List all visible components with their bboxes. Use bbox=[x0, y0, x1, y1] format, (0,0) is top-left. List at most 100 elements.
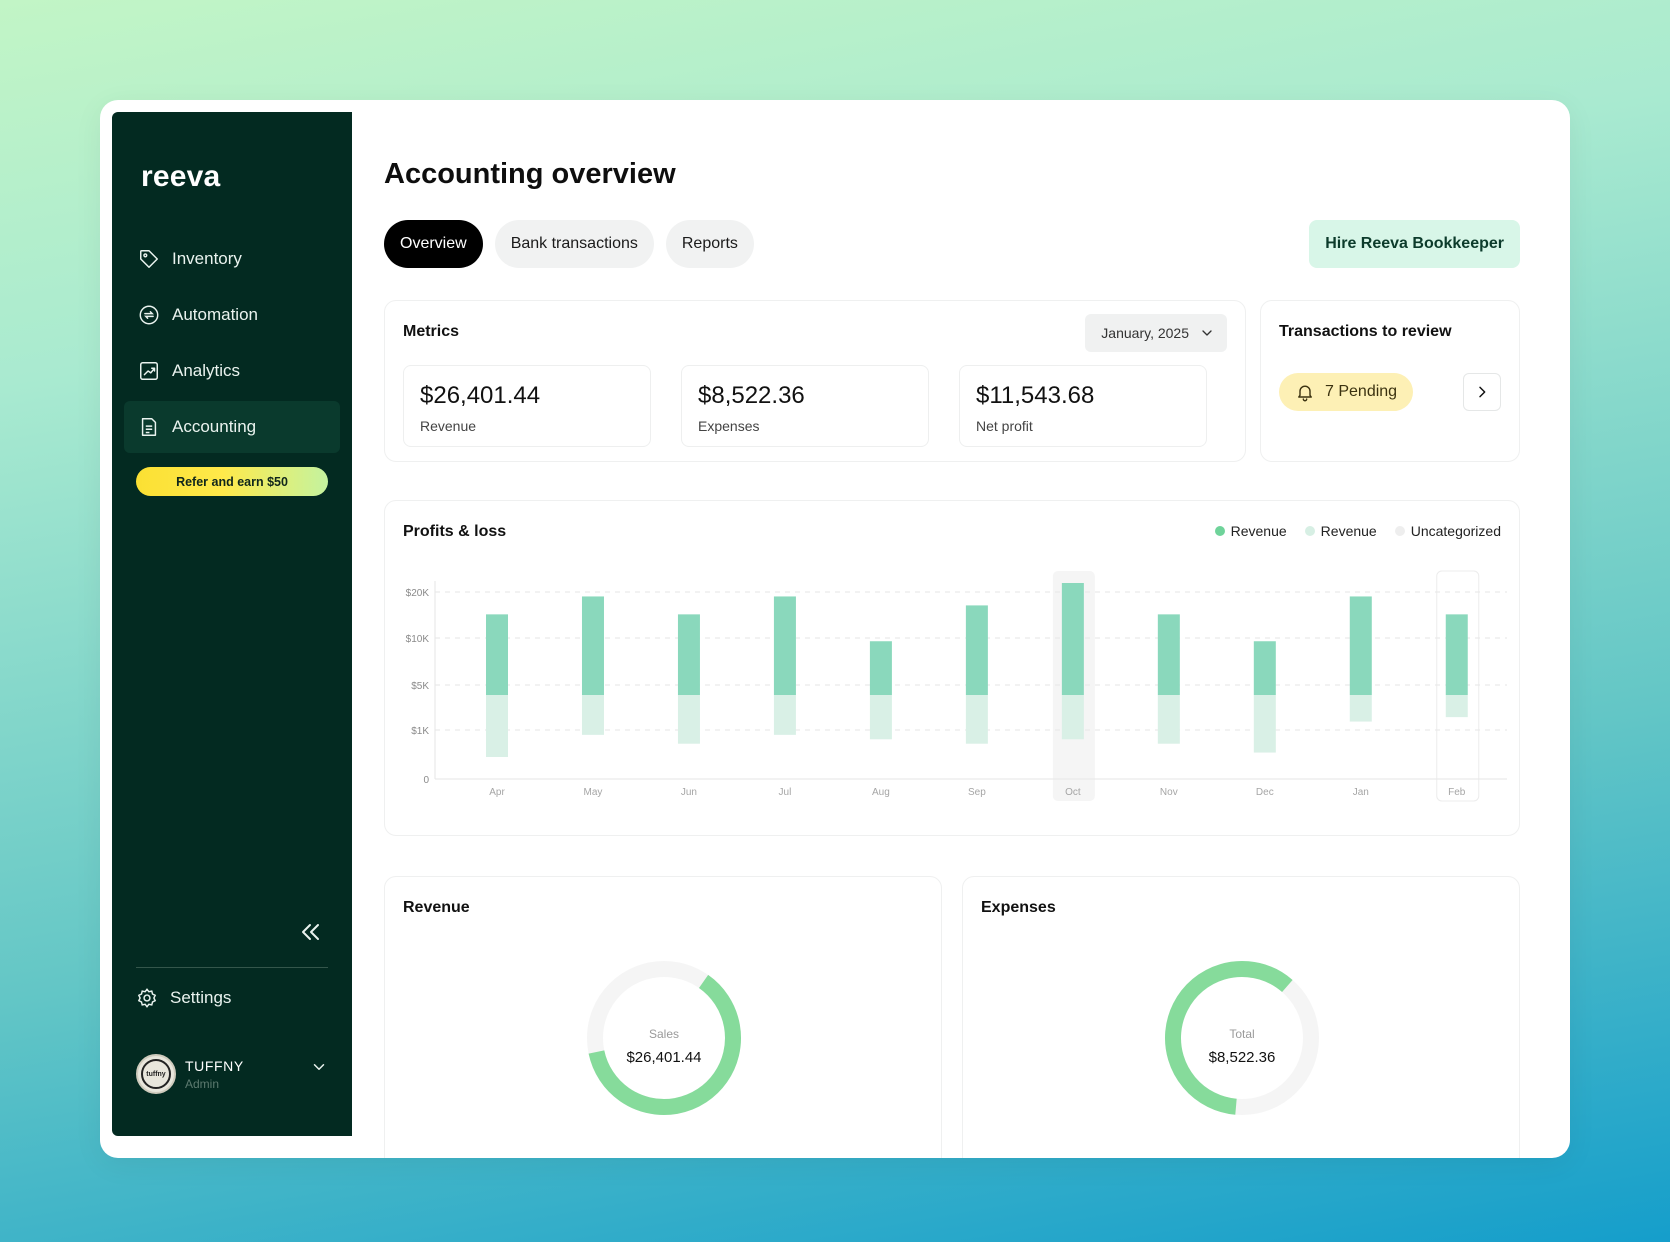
sidebar-item-inventory[interactable]: Inventory bbox=[124, 233, 340, 285]
legend-item: Uncategorized bbox=[1394, 523, 1501, 539]
bar-revenue-secondary bbox=[486, 695, 508, 757]
donut-label: Sales bbox=[648, 1027, 680, 1041]
logo: reeva bbox=[141, 160, 221, 193]
sidebar-item-label: Accounting bbox=[172, 417, 257, 436]
legend-item: Revenue bbox=[1304, 523, 1377, 539]
review-next-button[interactable] bbox=[1463, 373, 1501, 411]
metric-label: Net profit bbox=[976, 418, 1033, 434]
profits-loss-title: Profits & loss bbox=[403, 523, 507, 540]
legend-item: Revenue bbox=[1214, 523, 1287, 539]
legend-dot bbox=[1304, 526, 1315, 536]
donut-label: Total bbox=[1229, 1027, 1255, 1041]
bar-revenue-secondary bbox=[869, 695, 892, 740]
bar-revenue-secondary bbox=[1349, 695, 1372, 722]
donut-value: $8,522.36 bbox=[1208, 1049, 1276, 1066]
user-role: Admin bbox=[185, 1076, 220, 1091]
analytics-icon bbox=[140, 362, 158, 380]
page-title: Accounting overview bbox=[384, 158, 676, 190]
x-tick-label: Sep bbox=[968, 787, 986, 798]
donut-value: $26,401.44 bbox=[626, 1049, 702, 1066]
chevron-down-icon[interactable] bbox=[310, 1058, 328, 1076]
revenue-card: Revenue Sales $26,401.44 bbox=[384, 876, 942, 1158]
bar-revenue bbox=[869, 641, 892, 695]
collapse-sidebar-icon[interactable] bbox=[298, 920, 322, 944]
x-tick-label: Feb bbox=[1448, 787, 1466, 798]
tag-icon bbox=[140, 250, 158, 268]
tab-overview[interactable]: Overview bbox=[384, 220, 483, 268]
bar-revenue-secondary bbox=[1061, 695, 1084, 740]
y-tick-label: $5K bbox=[411, 681, 429, 692]
expenses-card: Expenses Total $8,522.36 bbox=[962, 876, 1520, 1158]
y-tick-label: 0 bbox=[423, 775, 429, 786]
legend-label: Uncategorized bbox=[1410, 523, 1501, 539]
bar-revenue bbox=[1157, 614, 1180, 695]
legend-label: Revenue bbox=[1320, 523, 1377, 539]
pending-badge[interactable]: 7 Pending bbox=[1279, 373, 1414, 411]
revenue-title: Revenue bbox=[403, 899, 470, 916]
bar-revenue-secondary bbox=[965, 695, 988, 744]
bar-revenue bbox=[965, 605, 988, 695]
sidebar-item-label: Inventory bbox=[172, 249, 242, 268]
settings-label: Settings bbox=[170, 988, 232, 1007]
app-window: reeva Inventory Automation Analytics Acc… bbox=[100, 100, 1570, 1158]
document-icon bbox=[141, 418, 157, 436]
hire-bookkeeper-button[interactable]: Hire Reeva Bookkeeper bbox=[1309, 220, 1520, 268]
x-tick-label: May bbox=[584, 787, 603, 798]
sidebar: reeva Inventory Automation Analytics Acc… bbox=[112, 112, 352, 1136]
bar-revenue-secondary bbox=[773, 695, 796, 735]
avatar: tuffny bbox=[136, 1054, 176, 1094]
transactions-title: Transactions to review bbox=[1279, 323, 1452, 340]
bar-revenue-secondary bbox=[581, 695, 604, 735]
tab-reports[interactable]: Reports bbox=[665, 220, 754, 268]
user-menu[interactable]: tuffny TUFFNY Admin bbox=[136, 1052, 328, 1096]
bar-revenue bbox=[1445, 614, 1468, 695]
bar-revenue-secondary bbox=[1253, 695, 1276, 753]
date-select[interactable]: January, 2025 bbox=[1085, 314, 1227, 352]
metric-expenses: $8,522.36 Expenses bbox=[681, 365, 929, 447]
bar-revenue bbox=[486, 614, 508, 695]
x-tick-label: Apr bbox=[489, 787, 505, 798]
legend-dot bbox=[1214, 526, 1225, 536]
date-select-value: January, 2025 bbox=[1101, 325, 1189, 341]
legend-dot bbox=[1394, 526, 1405, 536]
chevron-down-icon bbox=[1202, 330, 1212, 336]
metric-label: Revenue bbox=[420, 418, 477, 434]
sidebar-divider bbox=[136, 967, 328, 968]
sidebar-item-accounting[interactable]: Accounting bbox=[124, 401, 340, 453]
gear-icon bbox=[137, 988, 157, 1008]
x-tick-label: Jul bbox=[779, 787, 792, 798]
bar-revenue bbox=[677, 614, 700, 695]
settings-link[interactable]: Settings bbox=[136, 987, 231, 1009]
chevron-right-icon bbox=[1479, 386, 1486, 398]
legend-label: Revenue bbox=[1230, 523, 1287, 539]
refer-button[interactable]: Refer and earn $50 bbox=[136, 467, 328, 496]
chart-legend: Revenue Revenue Uncategorized bbox=[1197, 523, 1501, 539]
x-tick-label: Jun bbox=[681, 787, 697, 798]
bar-revenue-secondary bbox=[1445, 695, 1468, 718]
metric-value: $26,401.44 bbox=[420, 382, 541, 409]
tab-bank-transactions[interactable]: Bank transactions bbox=[494, 220, 654, 268]
metric-value: $8,522.36 bbox=[698, 382, 805, 409]
metric-revenue: $26,401.44 Revenue bbox=[403, 365, 651, 447]
metrics-title: Metrics bbox=[403, 323, 460, 340]
tab-bar: Overview Bank transactions Reports bbox=[384, 220, 766, 268]
pending-label: 7 Pending bbox=[1325, 383, 1398, 400]
sidebar-item-analytics[interactable]: Analytics bbox=[124, 345, 340, 397]
x-tick-label: Dec bbox=[1256, 787, 1274, 798]
sidebar-item-label: Analytics bbox=[172, 361, 241, 380]
transactions-card: Transactions to review 7 Pending bbox=[1260, 300, 1520, 462]
sidebar-item-automation[interactable]: Automation bbox=[124, 289, 340, 341]
sidebar-item-label: Automation bbox=[172, 305, 258, 324]
bar-revenue bbox=[1061, 583, 1084, 695]
metric-label: Expenses bbox=[698, 418, 760, 434]
profits-loss-chart: $20K $10K $5K $1K 0 Apr May Jun Jul Aug Sep Oct Nov D… bbox=[406, 570, 1507, 802]
metrics-card: Metrics January, 2025 $26,401.44 Revenue… bbox=[384, 300, 1246, 462]
bar-revenue-secondary bbox=[1157, 695, 1180, 744]
x-tick-label: Jan bbox=[1353, 787, 1369, 798]
bar-revenue bbox=[1253, 641, 1276, 695]
metric-value: $11,543.68 bbox=[976, 382, 1095, 409]
sidebar-nav: Inventory Automation Analytics Accountin… bbox=[124, 233, 340, 457]
main-content: Accounting overview Overview Bank transa… bbox=[384, 100, 1570, 1158]
bell-icon bbox=[1298, 385, 1312, 402]
metric-net-profit: $11,543.68 Net profit bbox=[959, 365, 1207, 447]
